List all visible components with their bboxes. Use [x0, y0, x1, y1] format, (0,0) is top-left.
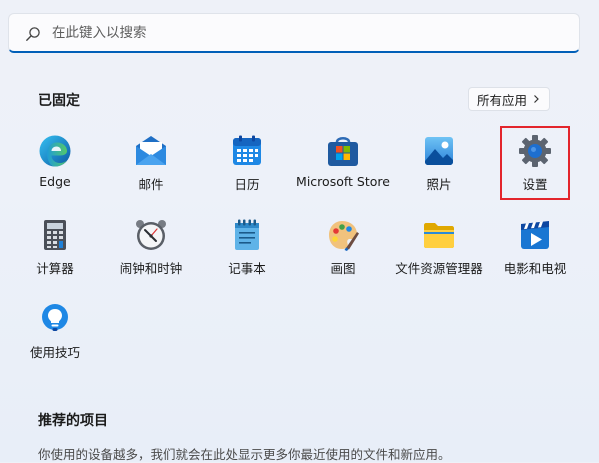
- pinned-app-clock[interactable]: 闹钟和时钟: [103, 212, 199, 286]
- search-input[interactable]: [52, 14, 552, 52]
- calendar-icon: [233, 135, 261, 165]
- pinned-app-notepad[interactable]: 记事本: [199, 212, 295, 286]
- movies-icon: [521, 221, 549, 249]
- pinned-app-tips[interactable]: 使用技巧: [7, 296, 103, 370]
- paint-icon: [329, 221, 359, 251]
- tips-icon: [42, 304, 68, 331]
- clock-icon: [136, 220, 166, 250]
- app-label: 使用技巧: [29, 345, 80, 360]
- calculator-icon: [44, 220, 66, 250]
- mail-icon: [136, 136, 166, 165]
- pinned-app-photos[interactable]: 照片: [391, 128, 487, 202]
- chevron-right-icon: [534, 95, 539, 103]
- app-label: 电影和电视: [503, 261, 567, 276]
- pinned-app-calendar[interactable]: 日历: [199, 128, 295, 202]
- pinned-app-calculator[interactable]: 计算器: [7, 212, 103, 286]
- pinned-app-paint[interactable]: 画图: [295, 212, 391, 286]
- search-box[interactable]: [8, 13, 580, 53]
- pinned-section-title: 已固定: [38, 93, 80, 109]
- recommended-empty-message: 你使用的设备越多，我们就会在此处显示更多你最近使用的文件和新应用。: [38, 447, 451, 462]
- notepad-icon: [235, 219, 259, 250]
- recommended-section-title: 推荐的项目: [38, 413, 108, 429]
- all-apps-button[interactable]: 所有应用: [468, 87, 550, 111]
- store-icon: [328, 137, 358, 166]
- settings-highlight-box: [500, 126, 570, 200]
- search-icon: [26, 27, 40, 41]
- photos-icon: [425, 137, 453, 165]
- pinned-app-movies-tv[interactable]: 电影和电视: [487, 212, 583, 286]
- edge-icon: [39, 135, 71, 167]
- all-apps-label: 所有应用: [477, 92, 528, 108]
- pinned-app-file-explorer[interactable]: 文件资源管理器: [391, 212, 487, 286]
- pinned-app-mail[interactable]: 邮件: [103, 128, 199, 202]
- pinned-app-edge[interactable]: Edge: [7, 128, 103, 202]
- pinned-app-microsoft-store[interactable]: Microsoft Store: [295, 128, 391, 202]
- folder-icon: [424, 223, 454, 248]
